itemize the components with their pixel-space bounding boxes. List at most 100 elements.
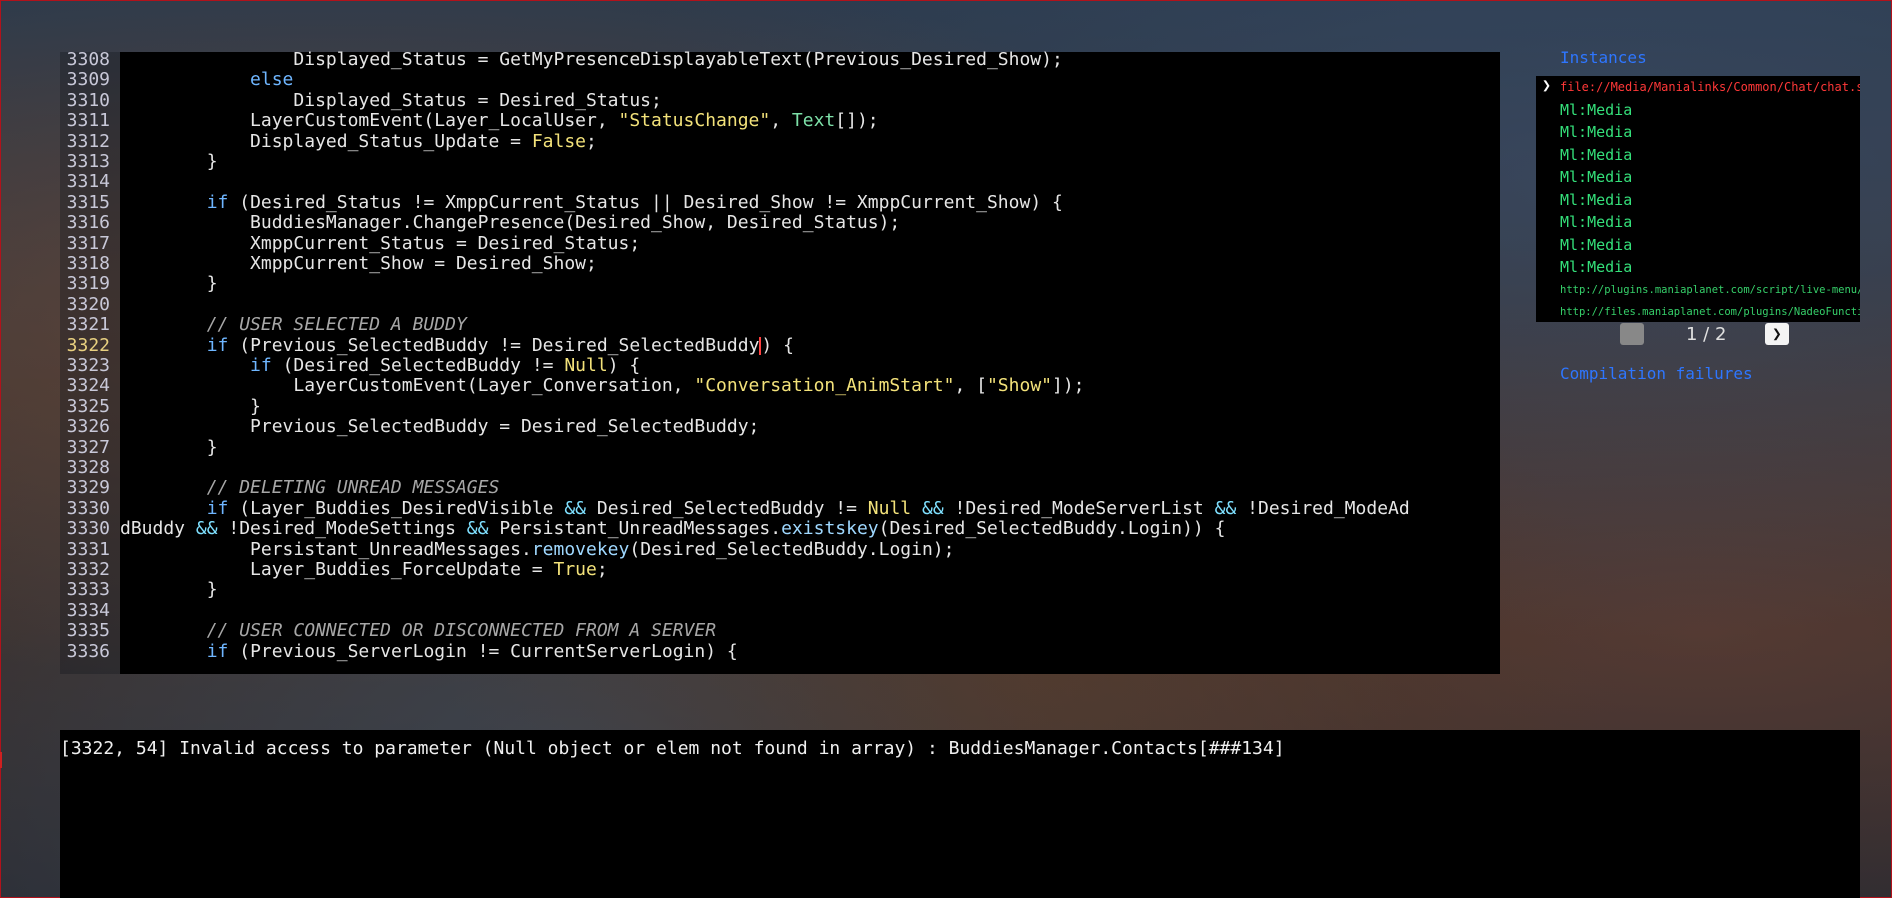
- error-message: [3322, 54] Invalid access to parameter (…: [60, 738, 1285, 759]
- code-token: &&: [1214, 497, 1237, 519]
- line-number: 3322: [66, 334, 110, 356]
- code-editor[interactable]: 3308 Displayed_Status = GetMyPresenceDis…: [60, 49, 1500, 674]
- code-line[interactable]: 3311 LayerCustomEvent(Layer_LocalUser, "…: [60, 110, 1500, 131]
- instance-item[interactable]: Ml:Media: [1560, 234, 1860, 256]
- code-line[interactable]: 3324 LayerCustomEvent(Layer_Conversation…: [60, 375, 1500, 397]
- instance-item[interactable]: Ml:Media: [1560, 121, 1860, 143]
- code-token: LayerCustomEvent(Layer_LocalUser,: [120, 110, 619, 132]
- line-source: else: [120, 69, 293, 90]
- line-number: 3324: [66, 375, 110, 397]
- line-number: 3320: [66, 293, 110, 315]
- code-line[interactable]: 3325 }: [60, 396, 1500, 417]
- code-line[interactable]: 3336 if (Previous_ServerLogin != Current…: [60, 641, 1500, 662]
- code-token: Desired_SelectedBuddy !=: [586, 497, 868, 519]
- line-source: Displayed_Status = GetMyPresenceDisplaya…: [120, 49, 1062, 70]
- code-line[interactable]: 3312 Displayed_Status_Update = False;: [60, 130, 1500, 152]
- line-number: 3314: [66, 171, 110, 193]
- instance-item[interactable]: http://files.maniaplanet.com/plugins/Nad…: [1560, 301, 1860, 323]
- line-source: // USER SELECTED A BUDDY: [120, 314, 467, 335]
- code-line[interactable]: 3318 XmppCurrent_Show = Desired_Show;: [60, 253, 1500, 274]
- code-line[interactable]: 3321 // USER SELECTED A BUDDY: [60, 314, 1500, 335]
- code-line[interactable]: 3330 if (Layer_Buddies_DesiredVisible &&…: [60, 497, 1500, 519]
- line-number: 3330: [66, 518, 110, 540]
- code-line[interactable]: 3333 }: [60, 579, 1500, 600]
- code-line[interactable]: 3314: [60, 171, 1500, 193]
- code-token: if: [206, 497, 229, 519]
- code-token: // DELETING UNREAD MESSAGES: [120, 477, 500, 499]
- line-source: BuddiesManager.ChangePresence(Desired_Sh…: [120, 212, 900, 233]
- code-line[interactable]: 3317 XmppCurrent_Status = Desired_Status…: [60, 233, 1500, 254]
- line-number: 3310: [66, 89, 110, 111]
- code-token: !Desired_ModeServerList: [943, 497, 1215, 519]
- code-token: &&: [466, 518, 489, 540]
- code-line[interactable]: 3331 Persistant_UnreadMessages.removekey…: [60, 538, 1500, 560]
- line-source: if (Previous_ServerLogin != CurrentServe…: [120, 641, 738, 662]
- line-source: }: [120, 396, 261, 417]
- code-token: Displayed_Status = Desired_Status;: [120, 89, 662, 111]
- instance-item[interactable]: http://plugins.maniaplanet.com/script/li…: [1560, 279, 1860, 301]
- code-token: (Desired_SelectedBuddy.Login)) {: [878, 518, 1226, 540]
- code-line[interactable]: 3330 dBuddy && !Desired_ModeSettings && P…: [60, 518, 1500, 540]
- code-token: Persistant_UnreadMessages.: [120, 538, 532, 560]
- instance-item[interactable]: Ml:Media: [1560, 211, 1860, 233]
- compilation-failures-link[interactable]: Compilation failures: [1560, 364, 1753, 383]
- code-token: False: [531, 130, 586, 152]
- code-token: []);: [835, 110, 879, 132]
- code-line[interactable]: 3316 BuddiesManager.ChangePresence(Desir…: [60, 212, 1500, 233]
- code-token: Displayed_Status_Update =: [120, 130, 532, 152]
- line-number: 3312: [66, 130, 110, 152]
- code-token: if: [250, 355, 272, 376]
- code-line[interactable]: 3308 Displayed_Status = GetMyPresenceDis…: [60, 49, 1500, 70]
- code-line[interactable]: 3329 // DELETING UNREAD MESSAGES: [60, 477, 1500, 499]
- code-line[interactable]: 3322 if (Previous_SelectedBuddy != Desir…: [60, 334, 1500, 356]
- instance-item-selected[interactable]: file://Media/Manialinks/Common/Chat/chat…: [1560, 76, 1860, 98]
- code-line[interactable]: 3326 Previous_SelectedBuddy = Desired_Se…: [60, 416, 1500, 437]
- code-line[interactable]: 3313 }: [60, 151, 1500, 172]
- code-line[interactable]: 3310 Displayed_Status = Desired_Status;: [60, 89, 1500, 111]
- instances-list[interactable]: ❯ file://Media/Manialinks/Common/Chat/ch…: [1536, 76, 1860, 322]
- code-line[interactable]: 3315 if (Desired_Status != XmppCurrent_S…: [60, 192, 1500, 213]
- code-token: True: [553, 559, 597, 580]
- code-token: }: [120, 273, 218, 295]
- code-line[interactable]: 3327 }: [60, 437, 1500, 458]
- code-token: Null: [867, 497, 912, 519]
- code-line[interactable]: 3328: [60, 457, 1500, 478]
- code-line[interactable]: 3309 else: [60, 69, 1500, 91]
- code-token: ;: [586, 130, 597, 152]
- output-console[interactable]: [3322, 54] Invalid access to parameter (…: [60, 730, 1860, 898]
- line-source: // DELETING UNREAD MESSAGES: [120, 477, 500, 499]
- instance-item[interactable]: Ml:Media: [1560, 99, 1860, 121]
- code-line[interactable]: 3332 Layer_Buddies_ForceUpdate = True;: [60, 559, 1500, 580]
- instance-item[interactable]: Ml:Media: [1560, 256, 1860, 278]
- code-token: (Layer_Buddies_DesiredVisible: [228, 497, 565, 519]
- next-page-button[interactable]: ❯: [1765, 323, 1789, 345]
- code-line[interactable]: 3319 }: [60, 273, 1500, 295]
- code-token: LayerCustomEvent(Layer_Conversation,: [120, 375, 695, 397]
- instance-item[interactable]: Ml:Media: [1560, 189, 1860, 211]
- code-token: (Previous_SelectedBuddy != Desired_Selec…: [228, 334, 760, 356]
- console-caret: [0, 752, 2, 768]
- code-token: Layer_Buddies_ForceUpdate =: [120, 559, 554, 580]
- code-line[interactable]: 3323 if (Desired_SelectedBuddy != Null) …: [60, 355, 1500, 376]
- line-source: XmppCurrent_Show = Desired_Show;: [120, 253, 597, 274]
- line-source: if (Previous_SelectedBuddy != Desired_Se…: [120, 335, 794, 356]
- line-source: if (Desired_Status != XmppCurrent_Status…: [120, 192, 1063, 213]
- code-token: // USER CONNECTED OR DISCONNECTED FROM A…: [120, 620, 717, 642]
- line-number: 3309: [66, 69, 110, 91]
- code-token: XmppCurrent_Show = Desired_Show;: [120, 253, 597, 274]
- line-number: 3318: [66, 253, 110, 274]
- instance-item[interactable]: Ml:Media: [1560, 144, 1860, 166]
- code-line[interactable]: 3320: [60, 293, 1500, 315]
- code-token: // USER SELECTED A BUDDY: [120, 314, 467, 336]
- code-token: }: [120, 579, 218, 601]
- code-token: if: [206, 334, 229, 356]
- line-source: }: [120, 579, 218, 600]
- previous-page-button[interactable]: [1620, 323, 1644, 345]
- code-line[interactable]: 3334: [60, 600, 1500, 621]
- instance-item[interactable]: Ml:Media: [1560, 166, 1860, 188]
- line-source: LayerCustomEvent(Layer_LocalUser, "Statu…: [120, 110, 879, 131]
- code-line[interactable]: 3335 // USER CONNECTED OR DISCONNECTED F…: [60, 620, 1500, 642]
